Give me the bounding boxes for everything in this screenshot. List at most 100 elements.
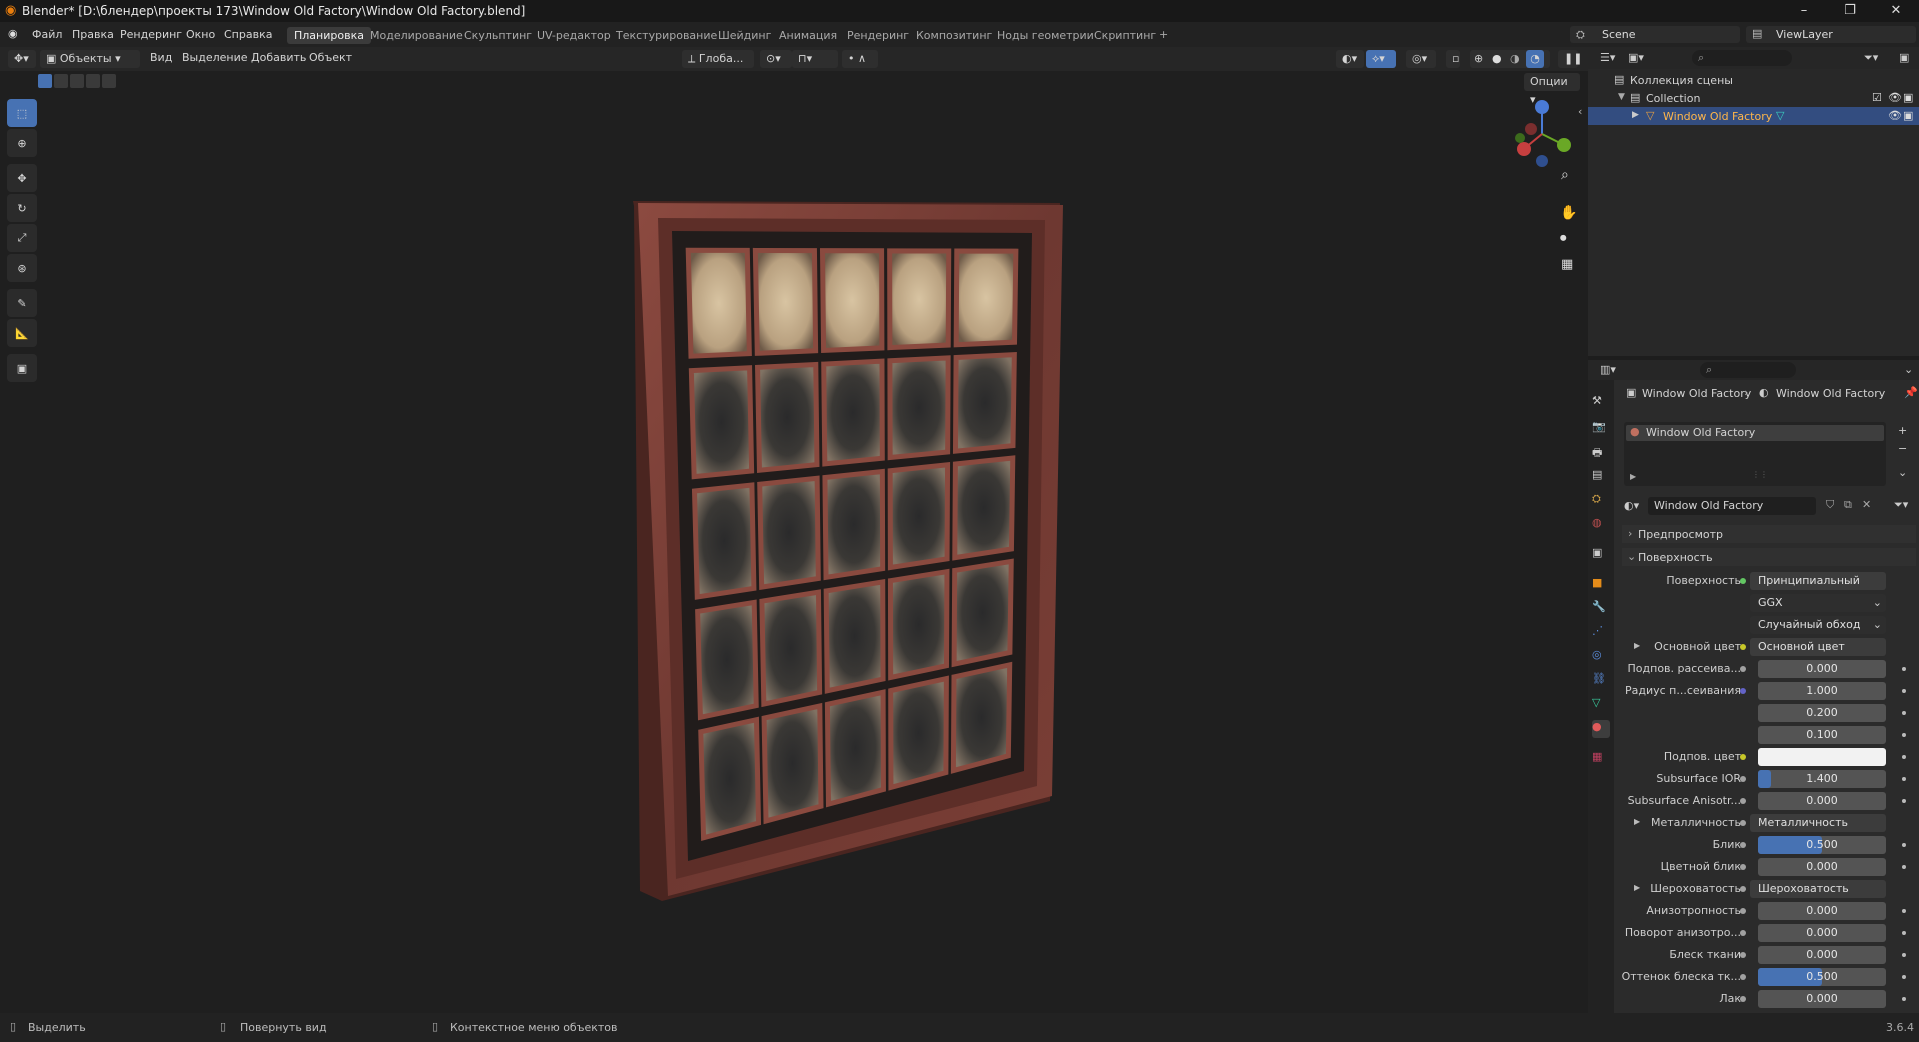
pause-render-icon[interactable]: ❚❚ — [1558, 50, 1582, 68]
node-link-field[interactable]: Шероховатость — [1750, 880, 1886, 898]
node-socket-icon[interactable] — [1740, 754, 1746, 760]
number-field[interactable]: 0.000 — [1758, 660, 1886, 678]
visibility-button[interactable]: ◐▾ — [1336, 50, 1364, 68]
rendered-icon[interactable]: ◔ — [1526, 50, 1544, 68]
keyframe-dot-icon[interactable] — [1902, 997, 1906, 1001]
number-field[interactable]: 0.100 — [1758, 726, 1886, 744]
menu-select[interactable]: Выделение — [182, 51, 248, 64]
add-workspace-icon[interactable]: + — [1159, 28, 1168, 41]
proportional-button[interactable]: • ∧ — [842, 50, 878, 68]
menu-edit[interactable]: Правка — [72, 28, 114, 41]
chevron-down-icon[interactable]: ⌄ — [1904, 363, 1913, 376]
filter-icon[interactable]: ⏷▾ — [1864, 51, 1878, 65]
panel-surface[interactable]: ⌄ Поверхность — [1622, 548, 1916, 566]
object-tab-icon[interactable]: ■ — [1592, 576, 1610, 594]
tab-compositing[interactable]: Композитинг — [909, 27, 999, 44]
keyframe-dot-icon[interactable] — [1902, 843, 1906, 847]
node-socket-icon[interactable] — [1740, 996, 1746, 1002]
expand-arrow-icon[interactable]: ▼ — [1618, 92, 1625, 102]
tree-row-collection[interactable]: ▼ ▤ Collection ☑ 👁 ▣ — [1588, 89, 1919, 107]
overlay-button[interactable]: ◎▾ — [1406, 50, 1436, 68]
expand-arrow-icon[interactable]: ▶ — [1630, 472, 1636, 481]
scene-tab-icon[interactable]: ⛭ — [1592, 492, 1610, 510]
editor-type-button[interactable]: ✥▾ — [8, 50, 36, 68]
tab-shading[interactable]: Шейдинг — [711, 27, 778, 44]
blender-menu-icon[interactable]: ◉ — [8, 27, 18, 40]
window-model[interactable] — [0, 71, 1588, 1013]
number-field[interactable]: 1.400 — [1758, 770, 1886, 788]
pivot-button[interactable]: ⊙▾ — [760, 50, 792, 68]
number-field[interactable]: 0.200 — [1758, 704, 1886, 722]
tab-geometry-nodes[interactable]: Ноды геометрии — [990, 27, 1101, 44]
menu-add[interactable]: Добавить — [251, 51, 306, 64]
output-tab-icon[interactable]: 🖶 — [1592, 444, 1610, 462]
particles-tab-icon[interactable]: ⋰ — [1592, 624, 1610, 642]
material-browse-icon[interactable]: ◐▾ — [1624, 499, 1639, 512]
camera-icon[interactable]: ▣ — [1903, 91, 1913, 104]
tab-layout[interactable]: Планировка — [287, 27, 371, 44]
menu-file[interactable]: Файл — [32, 28, 62, 41]
breadcrumb-object[interactable]: Window Old Factory — [1642, 387, 1751, 400]
keyframe-dot-icon[interactable] — [1902, 909, 1906, 913]
node-socket-icon[interactable] — [1740, 798, 1746, 804]
node-socket-icon[interactable] — [1740, 864, 1746, 870]
material-name-field[interactable]: Window Old Factory — [1648, 497, 1816, 515]
constraints-tab-icon[interactable]: ⛓ — [1592, 672, 1610, 690]
node-socket-icon[interactable] — [1740, 644, 1746, 650]
node-socket-icon[interactable] — [1740, 886, 1746, 892]
expand-arrow-icon[interactable]: ▶ — [1634, 883, 1640, 892]
menu-window[interactable]: Окно — [186, 28, 215, 41]
close-icon[interactable]: ✕ — [1873, 0, 1919, 22]
material-icon[interactable]: ◑ — [1510, 52, 1520, 65]
outliner-search-input[interactable]: ⌕ — [1692, 50, 1792, 66]
expand-arrow-icon[interactable]: ▶ — [1632, 110, 1639, 120]
node-socket-icon[interactable] — [1740, 776, 1746, 782]
color-swatch[interactable] — [1758, 748, 1886, 766]
camera-icon[interactable]: ▣ — [1903, 109, 1913, 122]
tab-texturing[interactable]: Текстурирование — [609, 27, 724, 44]
node-socket-icon[interactable] — [1740, 908, 1746, 914]
keyframe-dot-icon[interactable] — [1902, 733, 1906, 737]
unlink-icon[interactable]: ✕ — [1862, 498, 1871, 511]
shading-modes[interactable]: ⊕ ● ◑ ◔ — [1470, 50, 1550, 68]
mesh-data-icon[interactable]: ▽ — [1776, 109, 1784, 122]
menu-object[interactable]: Объект — [309, 51, 352, 64]
panel-preview[interactable]: › Предпросмотр — [1622, 525, 1916, 543]
tool-tab-icon[interactable]: ⚒ — [1592, 394, 1610, 412]
keyframe-dot-icon[interactable] — [1902, 931, 1906, 935]
node-link-field[interactable]: Принципиальный BSDF — [1750, 572, 1886, 605]
view-layer-selector[interactable]: ▤ ViewLayer — [1746, 26, 1916, 43]
material-slot-row[interactable]: ● Window Old Factory — [1626, 425, 1884, 441]
new-collection-icon[interactable]: ▣ — [1899, 51, 1909, 64]
display-mode-icon[interactable]: ▣▾ — [1628, 51, 1644, 64]
collection-tab-icon[interactable]: ▣ — [1592, 546, 1610, 564]
node-socket-icon[interactable] — [1740, 578, 1746, 584]
keyframe-dot-icon[interactable] — [1902, 667, 1906, 671]
orientation-dropdown[interactable]: ⟂ Глоба... — [682, 50, 754, 68]
scene-selector[interactable]: ⛭ Scene — [1570, 26, 1740, 43]
keyframe-dot-icon[interactable] — [1902, 975, 1906, 979]
tree-row-scene-collection[interactable]: ▤ Коллекция сцены — [1588, 71, 1919, 89]
breadcrumb-material[interactable]: Window Old Factory — [1776, 387, 1885, 400]
node-socket-icon[interactable] — [1740, 974, 1746, 980]
menu-help[interactable]: Справка — [224, 28, 272, 41]
tab-scripting[interactable]: Скриптинг — [1087, 27, 1163, 44]
node-socket-icon[interactable] — [1740, 666, 1746, 672]
material-tab-icon[interactable]: ● — [1592, 720, 1610, 738]
resize-handle-icon[interactable]: ⋮⋮ — [1752, 470, 1768, 479]
render-tab-icon[interactable]: 📷 — [1592, 420, 1610, 438]
eye-icon[interactable]: 👁 — [1888, 91, 1902, 104]
physics-tab-icon[interactable]: ◎ — [1592, 648, 1610, 666]
add-slot-icon[interactable]: + — [1898, 424, 1907, 437]
data-tab-icon[interactable]: ▽ — [1592, 696, 1610, 714]
eye-icon[interactable]: 👁 — [1888, 109, 1902, 122]
world-tab-icon[interactable]: ◍ — [1592, 516, 1610, 534]
node-link-field[interactable]: Основной цвет — [1750, 638, 1886, 656]
properties-editor-icon[interactable]: ▥▾ — [1600, 363, 1616, 376]
filter-icon[interactable]: ⏷▾ — [1894, 498, 1908, 512]
expand-arrow-icon[interactable]: ▶ — [1634, 641, 1640, 650]
node-socket-icon[interactable] — [1740, 820, 1746, 826]
view-layer-tab-icon[interactable]: ▤ — [1592, 468, 1610, 486]
tree-row-object[interactable]: ▶ ▽ Window Old Factory ▽ 👁 ▣ — [1588, 107, 1919, 125]
expand-arrow-icon[interactable]: ▶ — [1634, 817, 1640, 826]
